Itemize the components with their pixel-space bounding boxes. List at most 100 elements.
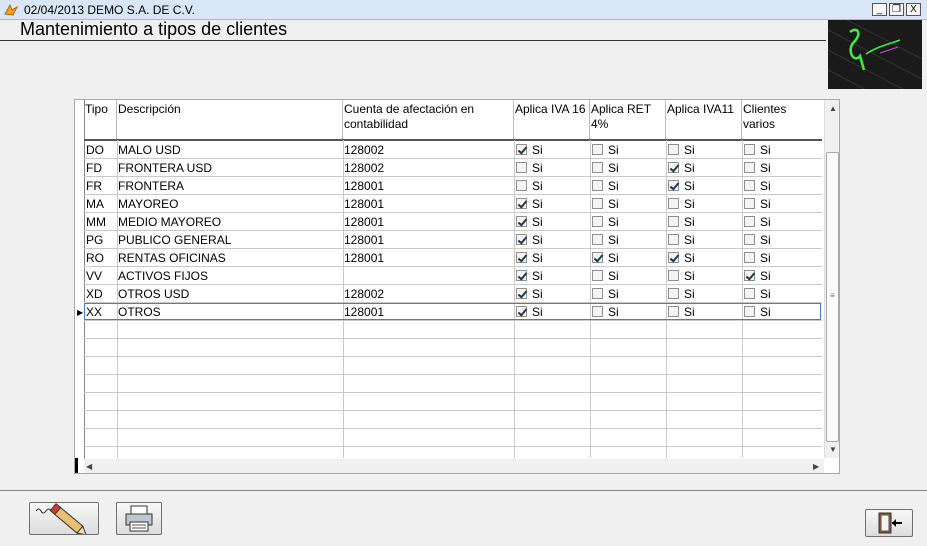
cell-iva16-checkbox[interactable]: Si xyxy=(516,286,543,304)
cell-varios-checkbox[interactable]: Si xyxy=(744,232,771,250)
cell-tipo[interactable]: DO xyxy=(86,142,116,160)
header-iva16[interactable]: Aplica IVA 16 xyxy=(514,100,590,140)
horizontal-scrollbar[interactable]: ◀ ▶ xyxy=(84,459,824,473)
cell-tipo[interactable]: XD xyxy=(86,286,116,304)
checkbox-unchecked[interactable] xyxy=(592,270,603,281)
checkbox-unchecked[interactable] xyxy=(668,144,679,155)
checkbox-checked[interactable] xyxy=(592,252,603,263)
cell-iva16-checkbox[interactable]: Si xyxy=(516,250,543,268)
checkbox-checked[interactable] xyxy=(516,144,527,155)
cell-varios-checkbox[interactable]: Si xyxy=(744,142,771,160)
cell-iva16-checkbox[interactable]: Si xyxy=(516,232,543,250)
header-varios[interactable]: Clientes varios xyxy=(742,100,822,140)
cell-iva11-checkbox[interactable]: Si xyxy=(668,178,695,196)
checkbox-checked[interactable] xyxy=(668,252,679,263)
cell-iva16-checkbox[interactable]: Si xyxy=(516,268,543,286)
cell-descripcion[interactable]: MAYOREO xyxy=(118,196,340,214)
checkbox-unchecked[interactable] xyxy=(744,180,755,191)
header-iva11[interactable]: Aplica IVA11 xyxy=(666,100,742,140)
cell-cuenta[interactable] xyxy=(344,268,512,286)
cell-cuenta[interactable]: 128001 xyxy=(344,232,512,250)
cell-tipo[interactable]: RO xyxy=(86,250,116,268)
scroll-down-icon[interactable]: ▼ xyxy=(829,445,837,454)
cell-varios-checkbox[interactable]: Si xyxy=(744,214,771,232)
header-cuenta[interactable]: Cuenta de afectación en contabilidad xyxy=(343,100,514,140)
checkbox-unchecked[interactable] xyxy=(744,288,755,299)
cell-descripcion[interactable]: MEDIO MAYOREO xyxy=(118,214,340,232)
cell-ret4-checkbox[interactable]: Si xyxy=(592,196,619,214)
scroll-up-icon[interactable]: ▲ xyxy=(829,104,837,113)
cell-varios-checkbox[interactable]: Si xyxy=(744,250,771,268)
checkbox-checked[interactable] xyxy=(744,270,755,281)
cell-descripcion[interactable]: FRONTERA USD xyxy=(118,160,340,178)
client-types-grid[interactable]: Tipo Descripción Cuenta de afectación en… xyxy=(74,99,840,474)
cell-tipo[interactable]: PG xyxy=(86,232,116,250)
exit-button[interactable] xyxy=(865,509,913,537)
checkbox-unchecked[interactable] xyxy=(744,198,755,209)
checkbox-checked[interactable] xyxy=(516,270,527,281)
checkbox-unchecked[interactable] xyxy=(592,162,603,173)
cell-iva11-checkbox[interactable]: Si xyxy=(668,286,695,304)
checkbox-unchecked[interactable] xyxy=(744,234,755,245)
checkbox-unchecked[interactable] xyxy=(744,162,755,173)
cell-ret4-checkbox[interactable]: Si xyxy=(592,250,619,268)
cell-varios-checkbox[interactable]: Si xyxy=(744,286,771,304)
cell-ret4-checkbox[interactable]: Si xyxy=(592,178,619,196)
checkbox-unchecked[interactable] xyxy=(668,216,679,227)
checkbox-unchecked[interactable] xyxy=(592,180,603,191)
cell-cuenta[interactable]: 128001 xyxy=(344,196,512,214)
checkbox-unchecked[interactable] xyxy=(744,216,755,227)
cell-ret4-checkbox[interactable]: Si xyxy=(592,232,619,250)
checkbox-unchecked[interactable] xyxy=(592,288,603,299)
scroll-right-icon[interactable]: ▶ xyxy=(813,462,819,471)
cell-iva11-checkbox[interactable]: Si xyxy=(668,196,695,214)
close-button[interactable]: X xyxy=(906,3,921,16)
checkbox-unchecked[interactable] xyxy=(592,216,603,227)
cell-varios-checkbox[interactable]: Si xyxy=(744,268,771,286)
cell-iva16-checkbox[interactable]: Si xyxy=(516,178,543,196)
row-selector-column[interactable] xyxy=(75,100,85,460)
cell-varios-checkbox[interactable]: Si xyxy=(744,196,771,214)
cell-ret4-checkbox[interactable]: Si xyxy=(592,214,619,232)
cell-tipo[interactable]: VV xyxy=(86,268,116,286)
cell-descripcion[interactable]: OTROS USD xyxy=(118,286,340,304)
edit-button[interactable] xyxy=(29,502,99,536)
header-descripcion[interactable]: Descripción xyxy=(117,100,343,140)
cell-iva11-checkbox[interactable]: Si xyxy=(668,268,695,286)
restore-button[interactable]: ❐ xyxy=(889,3,904,16)
checkbox-unchecked[interactable] xyxy=(592,198,603,209)
cell-iva16-checkbox[interactable]: Si xyxy=(516,214,543,232)
cell-iva16-checkbox[interactable]: Si xyxy=(516,142,543,160)
checkbox-unchecked[interactable] xyxy=(592,234,603,245)
header-ret4[interactable]: Aplica RET 4% xyxy=(590,100,666,140)
print-button[interactable] xyxy=(116,502,162,535)
checkbox-checked[interactable] xyxy=(668,180,679,191)
scroll-left-icon[interactable]: ◀ xyxy=(86,462,92,471)
cell-tipo[interactable]: FD xyxy=(86,160,116,178)
vertical-scroll-thumb[interactable]: ≡ xyxy=(826,152,839,442)
cell-tipo[interactable]: MM xyxy=(86,214,116,232)
cell-iva11-checkbox[interactable]: Si xyxy=(668,250,695,268)
cell-iva11-checkbox[interactable]: Si xyxy=(668,214,695,232)
cell-ret4-checkbox[interactable]: Si xyxy=(592,142,619,160)
cell-descripcion[interactable]: MALO USD xyxy=(118,142,340,160)
checkbox-checked[interactable] xyxy=(516,216,527,227)
cell-varios-checkbox[interactable]: Si xyxy=(744,178,771,196)
checkbox-unchecked[interactable] xyxy=(668,270,679,281)
cell-iva16-checkbox[interactable]: Si xyxy=(516,196,543,214)
cell-iva16-checkbox[interactable]: Si xyxy=(516,160,543,178)
cell-iva11-checkbox[interactable]: Si xyxy=(668,142,695,160)
checkbox-checked[interactable] xyxy=(516,288,527,299)
cell-varios-checkbox[interactable]: Si xyxy=(744,160,771,178)
checkbox-unchecked[interactable] xyxy=(744,252,755,263)
cell-cuenta[interactable]: 128001 xyxy=(344,250,512,268)
cell-iva11-checkbox[interactable]: Si xyxy=(668,232,695,250)
checkbox-unchecked[interactable] xyxy=(516,180,527,191)
checkbox-unchecked[interactable] xyxy=(744,144,755,155)
cell-descripcion[interactable]: RENTAS OFICINAS xyxy=(118,250,340,268)
cell-tipo[interactable]: FR xyxy=(86,178,116,196)
checkbox-unchecked[interactable] xyxy=(668,234,679,245)
cell-cuenta[interactable]: 128002 xyxy=(344,160,512,178)
checkbox-checked[interactable] xyxy=(668,162,679,173)
cell-descripcion[interactable]: FRONTERA xyxy=(118,178,340,196)
